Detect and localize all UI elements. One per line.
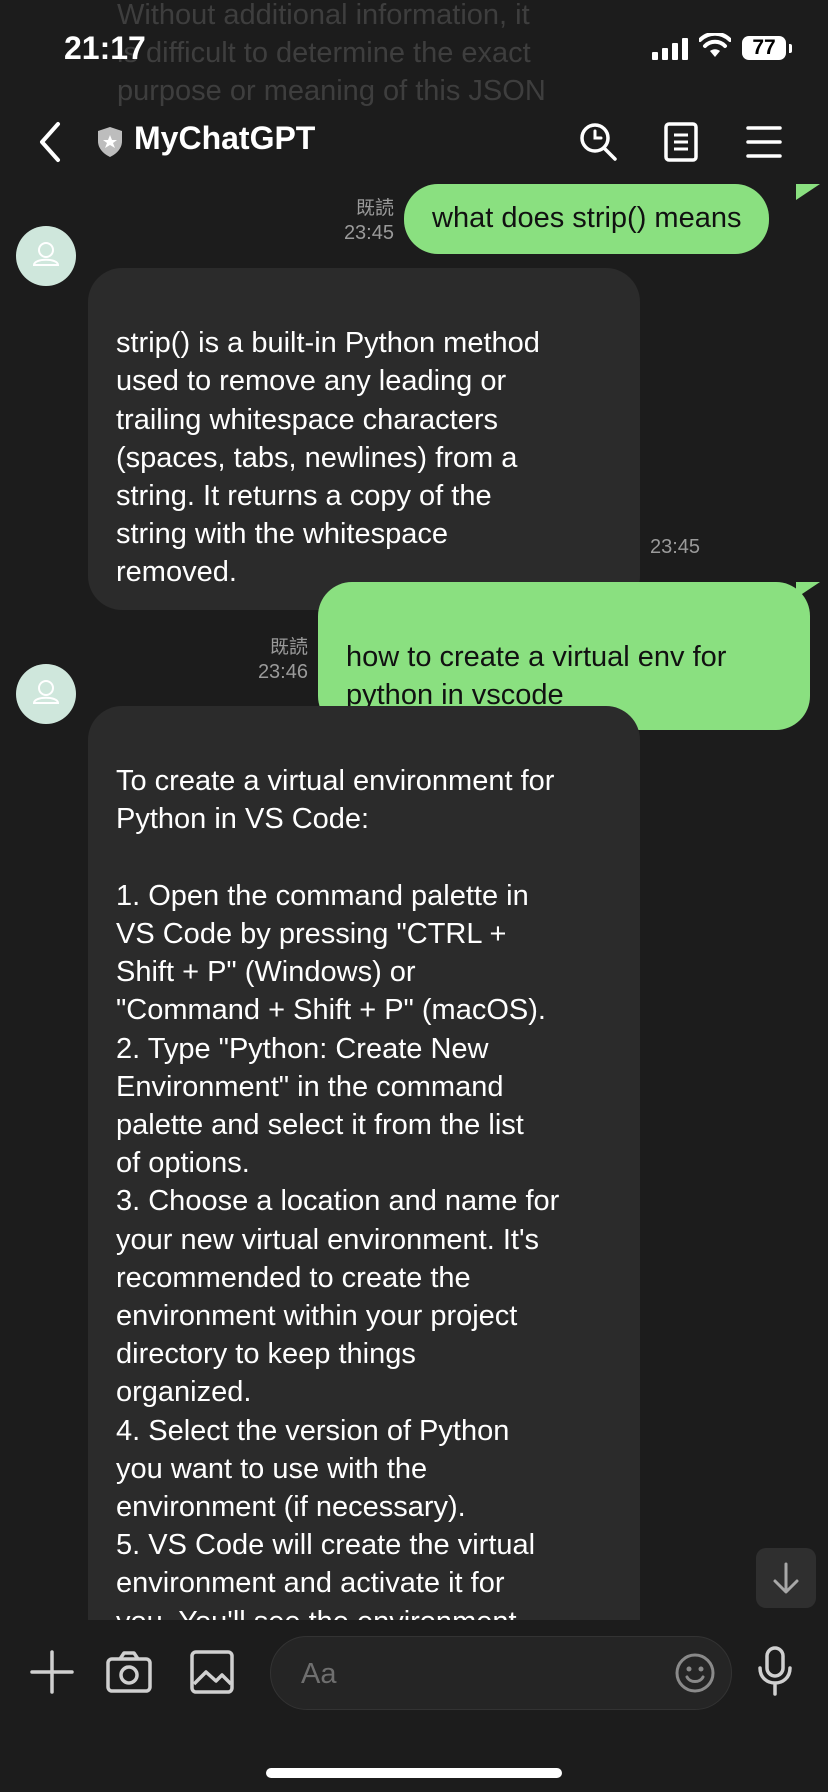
- bubble-tail: [796, 184, 820, 200]
- search-icon[interactable]: [578, 120, 618, 164]
- message-text: strip() is a built-in Python method used…: [116, 327, 540, 589]
- avatar-icon: [32, 242, 60, 266]
- avatar-icon: [32, 680, 60, 704]
- status-time: 21:17: [64, 30, 146, 66]
- message-text: what does strip() means: [432, 202, 742, 234]
- input-bar: [0, 1620, 828, 1792]
- chat-area[interactable]: 既読 23:45 what does strip() means strip()…: [0, 184, 828, 1620]
- chat-header: MyChatGPT: [0, 100, 828, 184]
- message-text: To create a virtual environment for Pyth…: [116, 765, 560, 1620]
- message-time: 23:46: [257, 661, 308, 683]
- message-meta: 既読 23:45: [320, 197, 394, 245]
- emoji-icon[interactable]: [675, 1653, 715, 1693]
- read-receipt: 既読: [355, 198, 394, 219]
- menu-icon[interactable]: [746, 120, 782, 164]
- message-time: 23:45: [343, 222, 394, 244]
- message-input[interactable]: [299, 1651, 643, 1697]
- signal-icon: [652, 38, 688, 60]
- user-message-bubble[interactable]: what does strip() means: [404, 184, 770, 254]
- bot-message-bubble[interactable]: To create a virtual environment for Pyth…: [88, 706, 640, 1620]
- camera-icon[interactable]: [106, 1650, 152, 1694]
- message-input-container[interactable]: [270, 1636, 732, 1710]
- avatar[interactable]: [16, 664, 76, 724]
- scroll-to-bottom-button[interactable]: [756, 1548, 816, 1608]
- back-icon[interactable]: [36, 120, 64, 164]
- status-bar: 21:17 77: [0, 0, 828, 100]
- plus-icon[interactable]: [30, 1650, 74, 1694]
- read-receipt: 既読: [269, 637, 308, 658]
- notes-icon[interactable]: [664, 120, 698, 164]
- home-indicator: [266, 1768, 562, 1778]
- message-text: how to create a virtual env for python i…: [346, 641, 727, 711]
- arrow-down-icon: [773, 1562, 799, 1594]
- message-meta: 既読 23:46: [234, 636, 308, 684]
- mic-icon[interactable]: [756, 1646, 794, 1696]
- bot-message-bubble[interactable]: strip() is a built-in Python method used…: [88, 268, 640, 610]
- avatar[interactable]: [16, 226, 76, 286]
- bubble-tail: [796, 582, 820, 598]
- shield-icon: [98, 127, 122, 157]
- message-time: 23:45: [650, 536, 701, 558]
- wifi-icon: [699, 33, 731, 57]
- chat-title[interactable]: MyChatGPT: [134, 120, 315, 157]
- battery-indicator: 77: [742, 36, 792, 60]
- image-icon[interactable]: [190, 1650, 234, 1694]
